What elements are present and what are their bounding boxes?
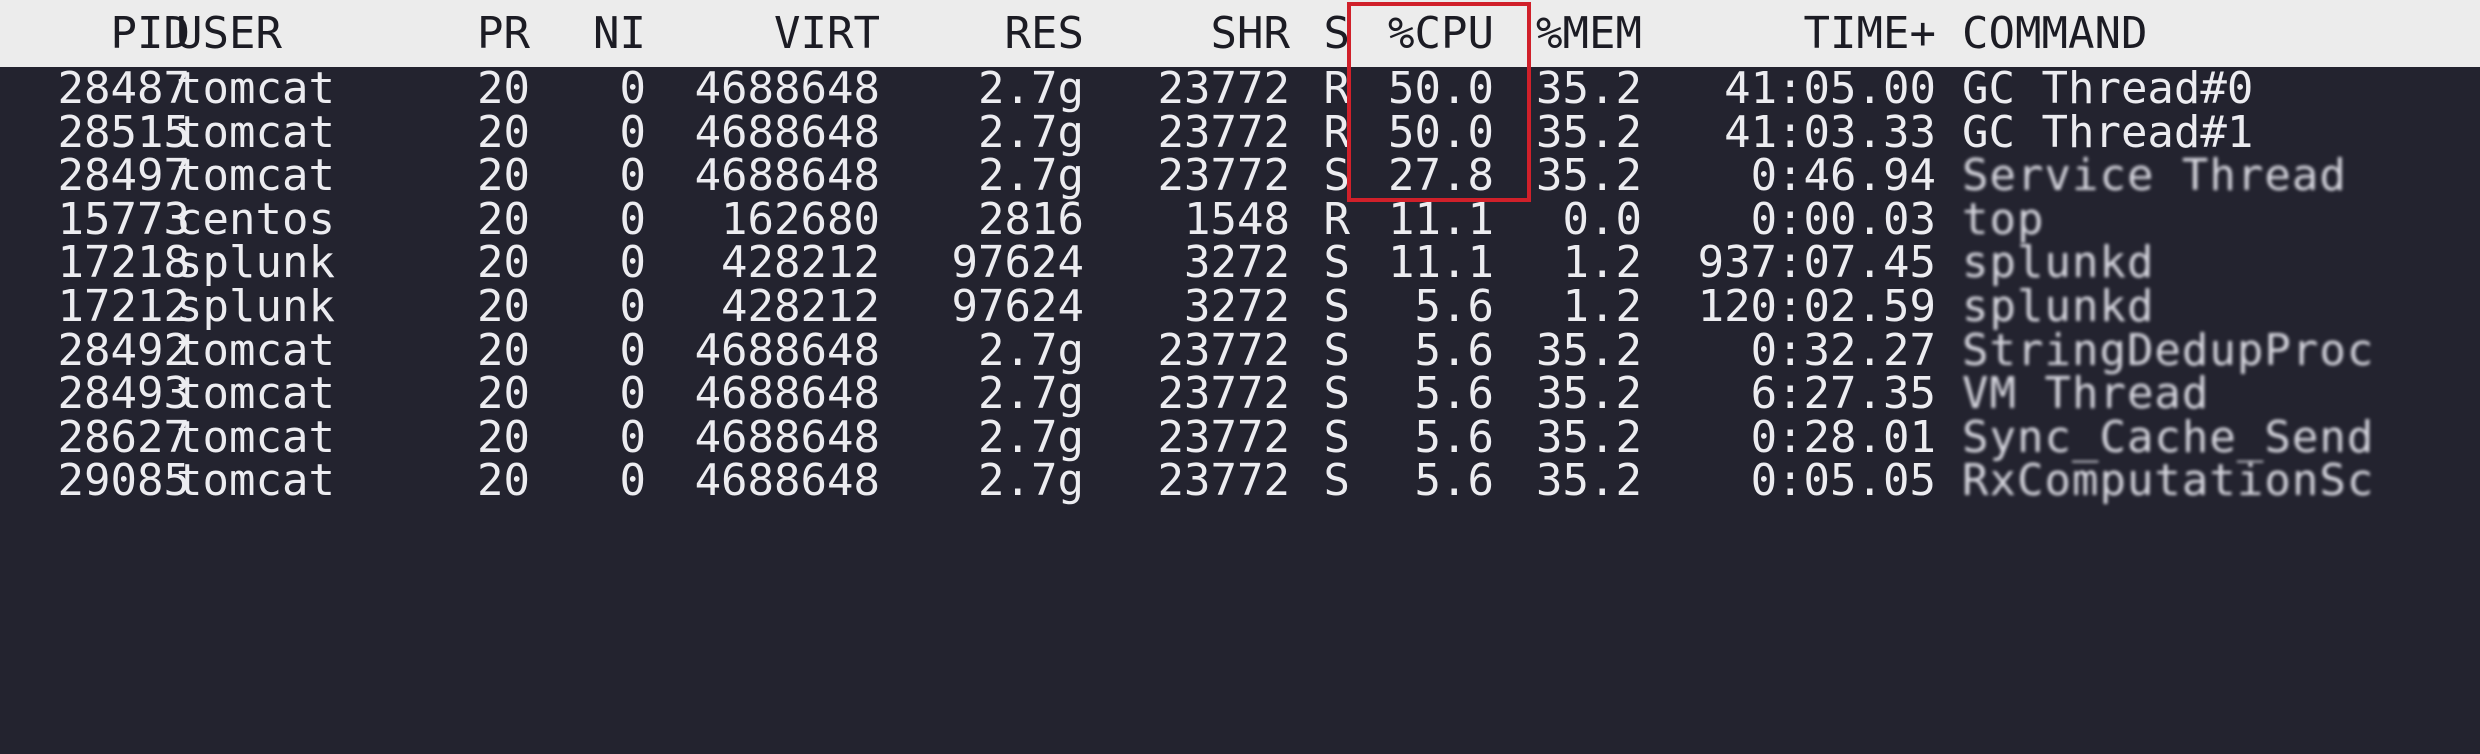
cell-cpu: 5.6 xyxy=(1414,455,1494,507)
cell-virt: 4688648 xyxy=(694,455,880,507)
cell-pid: 29085 xyxy=(57,455,190,507)
cell-user: tomcat xyxy=(176,455,335,507)
cell-priority: 20 xyxy=(477,455,530,507)
cell-shr: 23772 xyxy=(1157,455,1290,507)
cell-state: S xyxy=(1323,455,1351,507)
cell-time: 0:05.05 xyxy=(1750,455,1936,507)
cell-nice: 0 xyxy=(619,455,647,507)
cell-mem: 35.2 xyxy=(1536,455,1642,507)
process-row[interactable]: 29085 tomcat 20 0 4688648 2.7g 23772 S 5.6 35.2 0:… xyxy=(0,447,2480,515)
cell-command: RxComputationSc xyxy=(1962,455,2375,507)
cell-res: 2.7g xyxy=(978,455,1084,507)
terminal-window: PID USER PR NI VIRT RES SHR S %CPU %MEM … xyxy=(0,0,2480,754)
